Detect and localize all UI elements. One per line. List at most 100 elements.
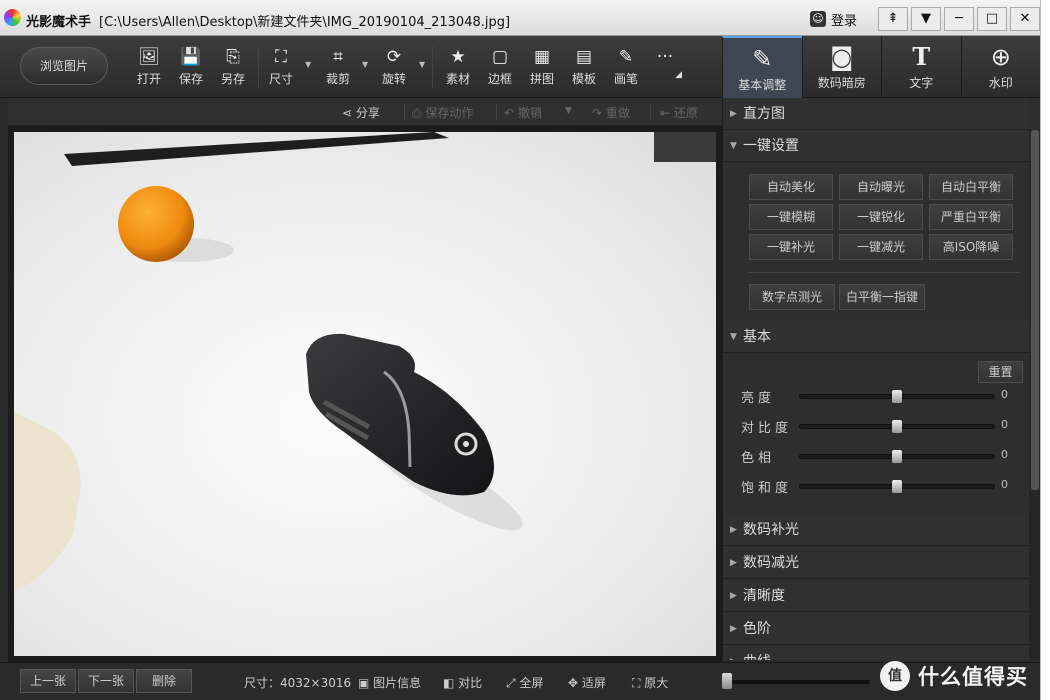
tab-basic-adjust[interactable]: ✎ 基本调整 bbox=[722, 36, 802, 98]
section-digital-fill-light[interactable]: ▶ 数码补光 bbox=[723, 514, 1029, 546]
zoom-slider-thumb[interactable] bbox=[722, 673, 732, 689]
fit-screen-icon: ✥ bbox=[568, 676, 582, 690]
action-divider bbox=[404, 104, 405, 120]
save-button[interactable]: 💾 保存 bbox=[170, 46, 212, 87]
original-size-button[interactable]: ⛶ 原大 bbox=[632, 674, 668, 691]
crop-button[interactable]: ⌗ 裁剪 bbox=[317, 46, 359, 87]
share-label: 分享 bbox=[355, 106, 380, 120]
collapse-arrow-icon: ▼ bbox=[730, 332, 737, 342]
tab-darkroom-label: 数码暗房 bbox=[817, 76, 866, 90]
section-histogram-label: 直方图 bbox=[743, 106, 785, 122]
expand-arrow-icon: ▶ bbox=[730, 591, 737, 601]
material-button[interactable]: ★ 素材 bbox=[437, 46, 479, 87]
brightness-slider[interactable] bbox=[799, 390, 995, 403]
text-icon: T bbox=[912, 42, 931, 71]
one-click-sharpen-button[interactable]: 一键锐化 bbox=[839, 204, 923, 230]
more-icon: ··· bbox=[656, 47, 674, 67]
reduce-light-button[interactable]: 一键减光 bbox=[839, 234, 923, 260]
high-iso-denoise-button[interactable]: 高ISO降噪 bbox=[929, 234, 1013, 260]
saturation-slider-thumb[interactable] bbox=[892, 480, 902, 493]
restore-button[interactable]: ⇤ 还原 bbox=[660, 104, 698, 121]
compare-label: 对比 bbox=[458, 676, 483, 690]
reset-button[interactable]: 重置 bbox=[978, 361, 1023, 383]
fill-light-button[interactable]: 一键补光 bbox=[749, 234, 833, 260]
one-click-blur-button[interactable]: 一键模糊 bbox=[749, 204, 833, 230]
brightness-label: 亮度 bbox=[741, 391, 776, 406]
compare-button[interactable]: ◧ 对比 bbox=[443, 674, 482, 691]
save-as-button[interactable]: ⎘ 另存 bbox=[212, 46, 254, 87]
action-divider bbox=[650, 104, 651, 120]
rotate-button[interactable]: ⟳ 旋转 bbox=[373, 46, 415, 87]
next-image-button[interactable]: 下一张 bbox=[78, 669, 134, 693]
login-button[interactable]: ☺ 登录 bbox=[809, 10, 857, 29]
minimize-button[interactable]: ─ bbox=[944, 7, 974, 31]
tab-text[interactable]: T 文字 bbox=[881, 36, 961, 98]
section-digital-reduce-light[interactable]: ▶ 数码减光 bbox=[723, 547, 1029, 579]
resize-dropdown-icon[interactable]: ▼ bbox=[305, 60, 311, 69]
auto-exposure-button[interactable]: 自动曝光 bbox=[839, 174, 923, 200]
material-icon: ★ bbox=[450, 47, 466, 67]
open-icon: 🖼 bbox=[138, 47, 160, 67]
border-button[interactable]: ▢ 边框 bbox=[479, 46, 521, 87]
contrast-slider[interactable] bbox=[799, 420, 995, 433]
section-clarity[interactable]: ▶ 清晰度 bbox=[723, 580, 1029, 612]
collage-button[interactable]: ▦ 拼图 bbox=[521, 46, 563, 87]
expand-arrow-icon: ▶ bbox=[730, 109, 737, 119]
pin-button[interactable]: ⇞ bbox=[878, 7, 908, 31]
image-info-button[interactable]: ▣ 图片信息 bbox=[358, 674, 421, 691]
hue-slider[interactable] bbox=[799, 450, 995, 463]
brightness-slider-thumb[interactable] bbox=[892, 390, 902, 403]
auto-white-balance-button[interactable]: 自动白平衡 bbox=[929, 174, 1013, 200]
section-histogram[interactable]: ▶ 直方图 bbox=[723, 98, 1029, 130]
border-label: 边框 bbox=[487, 72, 512, 86]
photo-content bbox=[14, 132, 716, 592]
delete-image-button[interactable]: 删除 bbox=[136, 669, 192, 693]
save-action-label: 保存动作 bbox=[425, 106, 474, 120]
auto-beautify-button[interactable]: 自动美化 bbox=[749, 174, 833, 200]
crop-dropdown-icon[interactable]: ▼ bbox=[362, 60, 368, 69]
image-canvas[interactable] bbox=[8, 126, 722, 662]
watermark-logo-icon: 值 bbox=[880, 661, 910, 691]
zoom-slider[interactable] bbox=[725, 680, 870, 684]
undo-button[interactable]: ↶ 撤销 bbox=[504, 104, 542, 121]
brush-button[interactable]: ✎ 画笔 bbox=[605, 46, 647, 87]
share-button[interactable]: ⋖ 分享 bbox=[342, 104, 380, 121]
tab-text-label: 文字 bbox=[909, 76, 934, 90]
section-basic[interactable]: ▼ 基本 bbox=[723, 321, 1029, 353]
undo-icon: ↶ bbox=[504, 106, 518, 120]
rotate-dropdown-icon[interactable]: ▼ bbox=[419, 60, 425, 69]
resize-button[interactable]: ⛶ 尺寸 bbox=[260, 46, 302, 87]
maximize-button[interactable]: □ bbox=[977, 7, 1007, 31]
gaming-mouse bbox=[306, 333, 494, 496]
skin-menu-button[interactable]: ▼ bbox=[911, 7, 941, 31]
hue-slider-thumb[interactable] bbox=[892, 450, 902, 463]
section-one-click[interactable]: ▼ 一键设置 bbox=[723, 130, 1029, 162]
digital-spot-metering-button[interactable]: 数字点测光 bbox=[749, 284, 835, 310]
saturation-label: 饱和度 bbox=[741, 481, 793, 496]
more-tools-button[interactable]: ··· ◢ bbox=[644, 46, 686, 80]
saturation-slider[interactable] bbox=[799, 480, 995, 493]
section-levels[interactable]: ▶ 色阶 bbox=[723, 613, 1029, 645]
contrast-slider-thumb[interactable] bbox=[892, 420, 902, 433]
tab-darkroom[interactable]: ◙ 数码暗房 bbox=[801, 36, 882, 98]
fit-screen-button[interactable]: ✥ 适屏 bbox=[568, 674, 606, 691]
browse-images-button[interactable]: 浏览图片 bbox=[20, 47, 108, 85]
redo-icon: ↷ bbox=[592, 106, 606, 120]
white-balance-picker-button[interactable]: 白平衡一指键 bbox=[839, 284, 925, 310]
fullscreen-button[interactable]: ⤢ 全屏 bbox=[506, 674, 543, 691]
original-size-label: 原大 bbox=[644, 676, 669, 690]
template-button[interactable]: ▤ 模板 bbox=[563, 46, 605, 87]
save-as-label: 另存 bbox=[220, 72, 245, 86]
tab-watermark[interactable]: ⊕ 水印 bbox=[960, 36, 1041, 98]
adjust-panel: ▶ 直方图 ▼ 一键设置 自动美化 自动曝光 自动白平衡 一键模糊 一键锐化 严重白… bbox=[722, 98, 1040, 660]
redo-button[interactable]: ↷ 重做 bbox=[592, 104, 630, 121]
undo-dropdown-icon[interactable]: ▼ bbox=[565, 106, 572, 116]
open-button[interactable]: 🖼 打开 bbox=[128, 46, 170, 87]
close-button[interactable]: ✕ bbox=[1010, 7, 1040, 31]
save-action-button[interactable]: ⎙ 保存动作 bbox=[412, 104, 473, 121]
expand-arrow-icon: ▶ bbox=[730, 558, 737, 568]
panel-scrollbar[interactable] bbox=[1029, 130, 1040, 660]
previous-image-button[interactable]: 上一张 bbox=[20, 669, 76, 693]
severe-white-balance-button[interactable]: 严重白平衡 bbox=[929, 204, 1013, 230]
panel-scrollbar-thumb[interactable] bbox=[1031, 130, 1039, 490]
